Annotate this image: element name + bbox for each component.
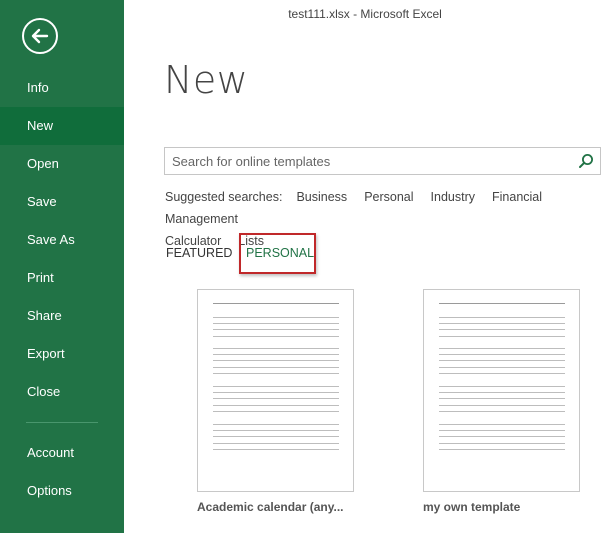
backstage-nav: Info New Open Save Save As Print Share E… <box>0 69 124 510</box>
tab-featured[interactable]: FEATURED <box>166 246 232 260</box>
nav-item-info[interactable]: Info <box>0 69 124 107</box>
search-icon[interactable] <box>578 153 594 169</box>
suggested-searches: Suggested searches: Business Personal Indus… <box>165 186 601 252</box>
suggested-searches-label: Suggested searches: <box>165 190 283 204</box>
nav-item-print[interactable]: Print <box>0 259 124 297</box>
nav-item-share[interactable]: Share <box>0 297 124 335</box>
suggested-link-personal[interactable]: Personal <box>364 190 413 204</box>
page-title: New <box>164 58 249 102</box>
nav-item-export[interactable]: Export <box>0 335 124 373</box>
nav-item-save[interactable]: Save <box>0 183 124 221</box>
nav-item-new[interactable]: New <box>0 107 124 145</box>
back-arrow-icon <box>31 28 49 44</box>
nav-item-close[interactable]: Close <box>0 373 124 411</box>
backstage-sidebar: Info New Open Save Save As Print Share E… <box>0 0 124 533</box>
nav-item-open[interactable]: Open <box>0 145 124 183</box>
nav-divider <box>26 422 98 423</box>
template-caption: Academic calendar (any... <box>197 500 344 514</box>
template-card[interactable]: my own template <box>423 289 580 514</box>
suggested-link-industry[interactable]: Industry <box>431 190 475 204</box>
template-thumbnail <box>423 289 580 492</box>
nav-item-options[interactable]: Options <box>0 472 124 510</box>
template-thumbnail <box>197 289 354 492</box>
nav-item-save-as[interactable]: Save As <box>0 221 124 259</box>
suggested-link-business[interactable]: Business <box>296 190 347 204</box>
window-title: test111.xlsx - Microsoft Excel <box>288 7 442 21</box>
template-caption: my own template <box>423 500 521 514</box>
nav-item-account[interactable]: Account <box>0 434 124 472</box>
template-search-input[interactable] <box>165 148 565 174</box>
back-button[interactable] <box>22 18 58 54</box>
template-search-box <box>164 147 601 175</box>
tab-personal[interactable]: PERSONAL <box>246 246 314 260</box>
template-card[interactable]: Academic calendar (any... <box>197 289 354 514</box>
